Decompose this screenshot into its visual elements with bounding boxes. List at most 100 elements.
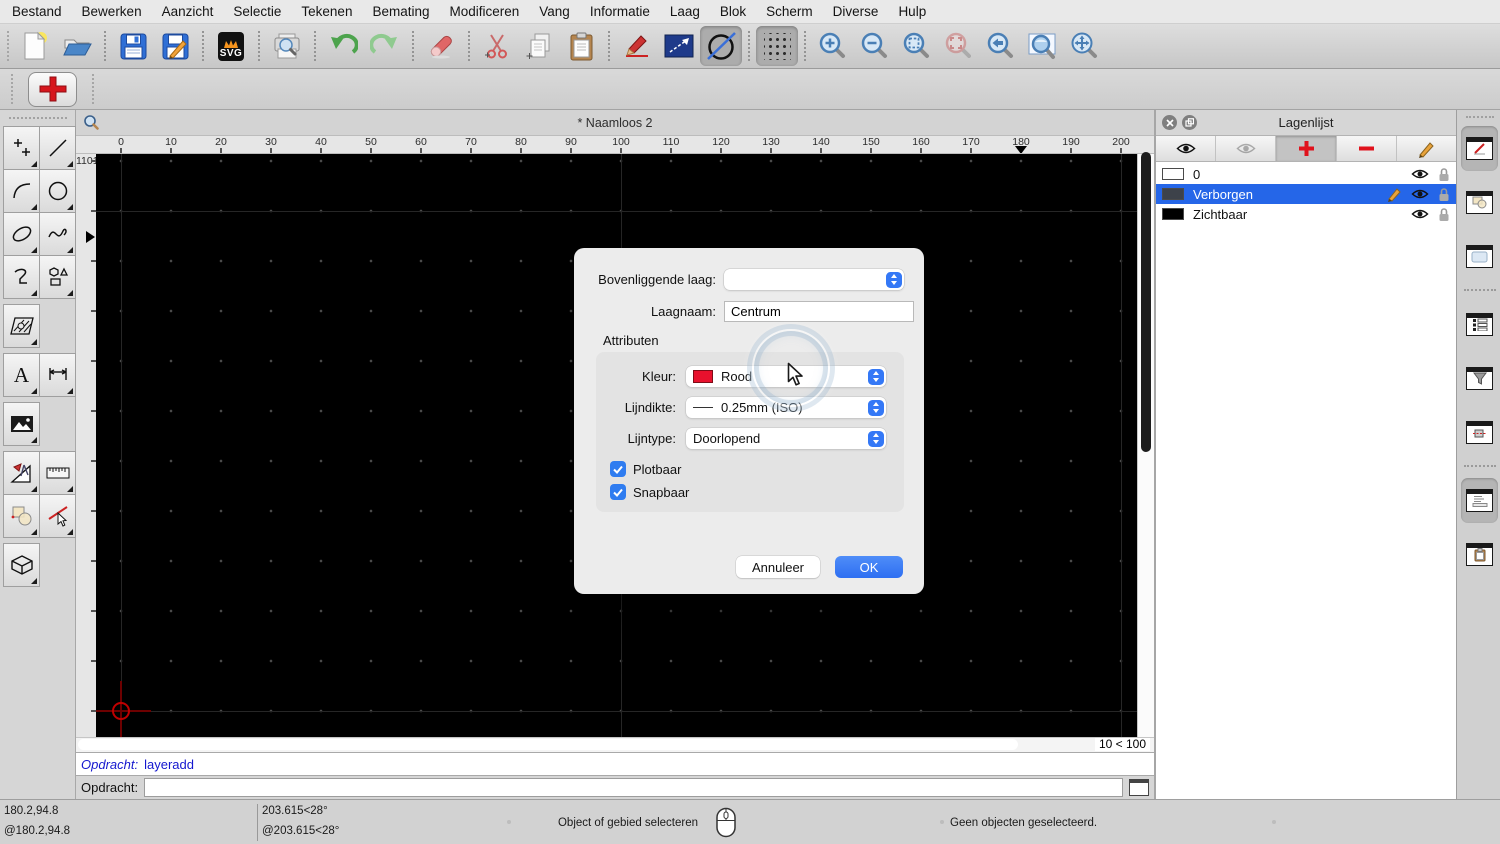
draw-pencil-button[interactable]: [616, 26, 658, 66]
save-button[interactable]: [112, 26, 154, 66]
properties-panel-button[interactable]: [1461, 126, 1498, 171]
menu-item[interactable]: Informatie: [580, 4, 660, 19]
menu-item[interactable]: Bestand: [2, 4, 72, 19]
drafting-tools-button[interactable]: [3, 451, 40, 495]
menu-item[interactable]: Diverse: [823, 4, 889, 19]
edit-layer-button[interactable]: [1397, 136, 1456, 161]
layer-visibility-eye-icon[interactable]: [1411, 188, 1429, 200]
menu-item[interactable]: Blok: [710, 4, 756, 19]
redo-button[interactable]: [364, 26, 406, 66]
menu-item[interactable]: Aanzicht: [152, 4, 224, 19]
layer-lock-icon[interactable]: [1438, 187, 1450, 202]
vertical-scrollbar-thumb[interactable]: [1141, 152, 1151, 452]
undo-button[interactable]: [322, 26, 364, 66]
layer-lock-icon[interactable]: [1438, 207, 1450, 222]
menu-item[interactable]: Scherm: [756, 4, 823, 19]
checkbox-row[interactable]: Snapbaar: [610, 484, 886, 500]
menu-item[interactable]: Selectie: [223, 4, 291, 19]
line-tool-button[interactable]: [39, 126, 76, 170]
modify-shapes-button[interactable]: [3, 494, 40, 538]
dimension-tool-button[interactable]: [39, 353, 76, 397]
points-tool-button[interactable]: [3, 126, 40, 170]
checkbox-row[interactable]: Plotbaar: [610, 461, 886, 477]
layer-lock-icon[interactable]: [1438, 167, 1450, 182]
linetype-select[interactable]: Doorlopend: [686, 428, 886, 449]
zoom-pan-button[interactable]: [1064, 26, 1106, 66]
layer-visibility-eye-icon[interactable]: [1411, 168, 1429, 180]
zoom-out-button[interactable]: [854, 26, 896, 66]
ok-button[interactable]: OK: [835, 556, 903, 578]
open-file-button[interactable]: [56, 26, 98, 66]
zoom-previous-button[interactable]: [980, 26, 1022, 66]
preview-panel-button[interactable]: [1461, 234, 1498, 279]
menu-item[interactable]: Modificeren: [440, 4, 530, 19]
vertical-scrollbar[interactable]: [1137, 152, 1154, 737]
zoom-in-button[interactable]: [812, 26, 854, 66]
ellipse-tool-button[interactable]: [3, 212, 40, 256]
svg-export-button[interactable]: SVG: [210, 26, 252, 66]
command-window-button[interactable]: [1129, 779, 1149, 796]
save-as-button[interactable]: [154, 26, 196, 66]
toolbar-handle[interactable]: [11, 74, 13, 104]
layer-visibility-eye-icon[interactable]: [1411, 208, 1429, 220]
horizontal-scrollbar[interactable]: 10 < 100: [76, 737, 1154, 752]
layer-name-input[interactable]: [724, 301, 914, 322]
remove-layer-button[interactable]: [1337, 136, 1397, 161]
measurement-panel-button[interactable]: [1461, 410, 1498, 455]
zoom-auto-button[interactable]: [896, 26, 938, 66]
command-panel-button[interactable]: [1461, 478, 1498, 523]
parent-layer-select[interactable]: [724, 269, 904, 290]
zoom-selection-button[interactable]: [938, 26, 980, 66]
toolbar-handle[interactable]: [7, 31, 9, 61]
blocks-panel-button[interactable]: [1461, 180, 1498, 225]
show-all-layers-button[interactable]: [1156, 136, 1217, 161]
command-input[interactable]: [144, 778, 1123, 797]
arc-tool-button[interactable]: [3, 169, 40, 213]
print-preview-button[interactable]: [266, 26, 308, 66]
trim-tool-button[interactable]: [39, 494, 76, 538]
layer-row[interactable]: Zichtbaar: [1156, 204, 1456, 224]
menu-item[interactable]: Bewerken: [72, 4, 152, 19]
ruler-label: 110: [662, 136, 680, 148]
paste-button[interactable]: [560, 26, 602, 66]
clipboard-panel-button[interactable]: [1461, 532, 1498, 577]
list-panel-button[interactable]: [1461, 302, 1498, 347]
menu-item[interactable]: Tekenen: [291, 4, 362, 19]
checkbox[interactable]: [610, 484, 626, 500]
circle-tool-button[interactable]: [39, 169, 76, 213]
filter-panel-button[interactable]: [1461, 356, 1498, 401]
grid-toggle-button[interactable]: [756, 26, 798, 66]
new-file-button[interactable]: [14, 26, 56, 66]
polyline-tool-button[interactable]: [3, 255, 40, 299]
copy-button[interactable]: [518, 26, 560, 66]
close-panel-button[interactable]: [1162, 115, 1177, 130]
zoom-window-button[interactable]: [1022, 26, 1064, 66]
dock-handle[interactable]: [1465, 116, 1494, 118]
polygon-shapes-tool-button[interactable]: [39, 255, 76, 299]
solid-box-tool-button[interactable]: [3, 543, 40, 587]
menu-item[interactable]: Vang: [529, 4, 580, 19]
menu-item[interactable]: Bemating: [362, 4, 439, 19]
menu-item[interactable]: Laag: [660, 4, 710, 19]
spline-tool-button[interactable]: [39, 212, 76, 256]
measure-ruler-button[interactable]: [39, 451, 76, 495]
cut-button[interactable]: [476, 26, 518, 66]
crosshair-tool-button[interactable]: [28, 71, 77, 107]
checkbox[interactable]: [610, 461, 626, 477]
toolbar-handle[interactable]: [92, 74, 94, 104]
hatch-tool-button[interactable]: [3, 304, 40, 348]
measure-distance-button[interactable]: [658, 26, 700, 66]
horizontal-scrollbar-thumb[interactable]: [78, 739, 1018, 750]
eraser-button[interactable]: [420, 26, 462, 66]
cancel-button[interactable]: Annuleer: [736, 556, 820, 578]
menu-item[interactable]: Hulp: [888, 4, 936, 19]
detach-panel-button[interactable]: [1182, 115, 1197, 130]
modify-circle-button[interactable]: [700, 26, 742, 66]
layer-row[interactable]: Verborgen: [1156, 184, 1456, 204]
layer-row[interactable]: 0: [1156, 164, 1456, 184]
image-tool-button[interactable]: [3, 402, 40, 446]
palette-handle[interactable]: [8, 117, 67, 119]
text-tool-button[interactable]: A: [3, 353, 40, 397]
hide-all-layers-button[interactable]: [1216, 136, 1277, 161]
add-layer-button[interactable]: [1276, 136, 1337, 161]
